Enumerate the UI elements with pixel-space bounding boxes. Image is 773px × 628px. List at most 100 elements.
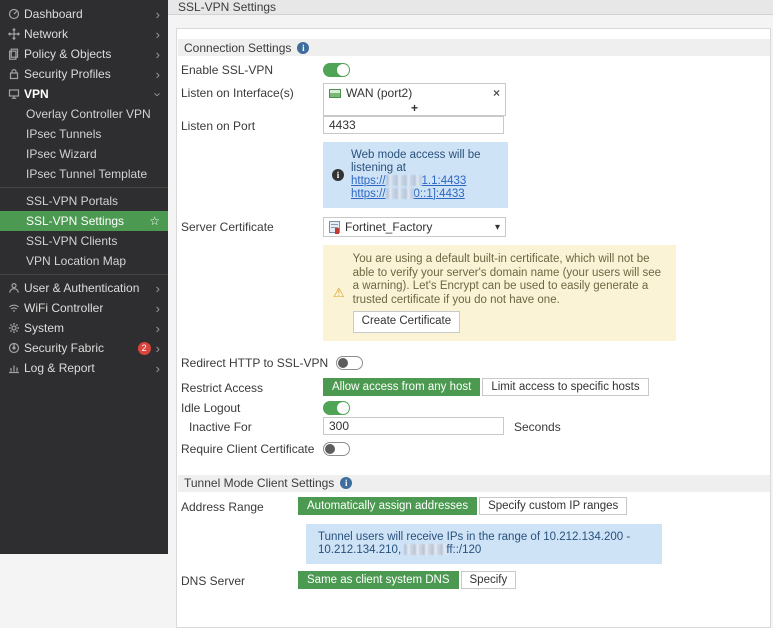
sidebar-item-sslvpn-portals[interactable]: SSL-VPN Portals xyxy=(0,191,168,211)
settings-card: Connection Settings i Enable SSL-VPN Lis… xyxy=(176,28,771,628)
allow-any-host-button[interactable]: Allow access from any host xyxy=(323,378,480,396)
field-label: DNS Server xyxy=(181,571,290,588)
link-prefix: https:// xyxy=(351,188,386,200)
add-interface-button[interactable]: + xyxy=(324,102,505,115)
sidebar-item-ipsec-wizard[interactable]: IPsec Wizard xyxy=(0,144,168,164)
user-icon xyxy=(8,282,24,294)
redacted-text xyxy=(404,544,446,555)
sidebar-item-label: SSL-VPN Clients xyxy=(26,234,117,248)
require-client-cert-toggle[interactable] xyxy=(323,442,350,456)
row-tunnel-notice: Tunnel users will receive IPs in the ran… xyxy=(181,524,770,564)
specify-dns-button[interactable]: Specify xyxy=(461,571,517,589)
sidebar-item-log-report[interactable]: Log & Report › xyxy=(0,358,168,378)
favorite-star-icon[interactable]: ☆ xyxy=(149,214,160,228)
sidebar-item-ipsec-tunnels[interactable]: IPsec Tunnels xyxy=(0,124,168,144)
app-window: Dashboard › Network › Policy & Objects ›… xyxy=(0,0,773,554)
sidebar-item-vpn-location-map[interactable]: VPN Location Map xyxy=(0,251,168,271)
policy-objects-icon xyxy=(8,48,24,60)
create-certificate-button[interactable]: Create Certificate xyxy=(353,311,460,333)
section-title: Connection Settings xyxy=(184,41,291,55)
web-mode-link-2[interactable]: https:// 0::1]:4433 xyxy=(351,188,465,200)
chevron-right-icon: › xyxy=(156,342,160,355)
sidebar-item-label: Log & Report xyxy=(24,361,95,375)
row-dns-server: DNS Server Same as client system DNS Spe… xyxy=(181,571,770,589)
notice-text: Web mode access will be listening at htt… xyxy=(351,149,499,201)
page-title: SSL-VPN Settings xyxy=(178,0,276,14)
tunnel-range-notice: Tunnel users will receive IPs in the ran… xyxy=(306,524,662,564)
remove-interface-icon[interactable]: × xyxy=(493,87,500,99)
sidebar-item-sslvpn-settings[interactable]: SSL-VPN Settings ☆ xyxy=(0,211,168,231)
sidebar-item-policy-objects[interactable]: Policy & Objects › xyxy=(0,44,168,64)
server-certificate-select[interactable]: Fortinet_Factory ▾ xyxy=(323,217,506,237)
idle-logout-toggle[interactable] xyxy=(323,401,350,415)
chevron-right-icon: › xyxy=(156,282,160,295)
inactive-for-input[interactable] xyxy=(323,417,504,435)
row-require-client-cert: Require Client Certificate xyxy=(181,439,770,456)
notice-line: Web mode access will be listening at xyxy=(351,149,481,174)
row-restrict-access: Restrict Access Allow access from any ho… xyxy=(181,378,770,396)
same-as-client-dns-button[interactable]: Same as client system DNS xyxy=(298,571,459,589)
selected-certificate: Fortinet_Factory xyxy=(345,220,432,234)
auto-assign-button[interactable]: Automatically assign addresses xyxy=(298,497,477,515)
restrict-access-segment: Allow access from any host Limit access … xyxy=(323,378,649,396)
sidebar-item-user-authentication[interactable]: User & Authentication › xyxy=(0,278,168,298)
row-enable-sslvpn: Enable SSL-VPN xyxy=(181,60,770,77)
sidebar-item-label: VPN Location Map xyxy=(26,254,126,268)
row-server-certificate: Server Certificate Fortinet_Factory ▾ xyxy=(181,217,770,237)
field-label: Inactive For xyxy=(181,417,315,434)
field-label: Restrict Access xyxy=(181,378,315,395)
web-mode-link-1[interactable]: https://1.1:4433 xyxy=(351,175,466,187)
wifi-icon xyxy=(8,302,24,314)
section-title: Tunnel Mode Client Settings xyxy=(184,476,334,490)
field-label: Idle Logout xyxy=(181,398,315,415)
sidebar-item-sslvpn-clients[interactable]: SSL-VPN Clients xyxy=(0,231,168,251)
caret-down-icon: ▾ xyxy=(495,222,500,233)
row-inactive-for: Inactive For Seconds xyxy=(181,417,770,435)
content-area: Connection Settings i Enable SSL-VPN Lis… xyxy=(168,15,773,628)
sidebar-item-overlay-controller-vpn[interactable]: Overlay Controller VPN xyxy=(0,104,168,124)
chevron-down-icon: › xyxy=(151,92,164,96)
row-address-range: Address Range Automatically assign addre… xyxy=(181,497,770,515)
sidebar-item-label: IPsec Wizard xyxy=(26,147,97,161)
custom-ranges-button[interactable]: Specify custom IP ranges xyxy=(479,497,627,515)
field-label: Listen on Port xyxy=(181,116,315,133)
seconds-label: Seconds xyxy=(514,417,561,434)
chevron-right-icon: › xyxy=(156,322,160,335)
link-suffix: 0::1]:4433 xyxy=(414,188,465,200)
field-label: Require Client Certificate xyxy=(181,439,315,456)
warning-icon: ⚠ xyxy=(333,286,345,299)
chevron-right-icon: › xyxy=(156,302,160,315)
field-label: Server Certificate xyxy=(181,217,315,234)
field-label: Redirect HTTP to SSL-VPN xyxy=(181,353,328,370)
row-redirect-http: Redirect HTTP to SSL-VPN xyxy=(181,353,770,370)
interface-entry[interactable]: WAN (port2) × xyxy=(324,84,505,102)
redirect-http-toggle[interactable] xyxy=(336,356,363,370)
sidebar-item-network[interactable]: Network › xyxy=(0,24,168,44)
sidebar-item-security-fabric[interactable]: Security Fabric 2 › xyxy=(0,338,168,358)
row-web-mode-notice: i Web mode access will be listening at h… xyxy=(181,142,770,208)
info-icon[interactable]: i xyxy=(297,42,309,54)
info-icon[interactable]: i xyxy=(340,477,352,489)
sidebar-item-dashboard[interactable]: Dashboard › xyxy=(0,4,168,24)
section-tunnel-mode: Tunnel Mode Client Settings i xyxy=(178,475,770,492)
sidebar-item-label: Security Fabric xyxy=(24,341,104,355)
link-suffix: 1.1:4433 xyxy=(422,175,467,187)
sidebar-item-label: User & Authentication xyxy=(24,281,139,295)
chevron-right-icon: › xyxy=(156,362,160,375)
sidebar-item-system[interactable]: System › xyxy=(0,318,168,338)
sidebar-item-wifi-controller[interactable]: WiFi Controller › xyxy=(0,298,168,318)
enable-sslvpn-toggle[interactable] xyxy=(323,63,350,77)
dns-server-segment: Same as client system DNS Specify xyxy=(298,571,516,589)
listen-port-input[interactable] xyxy=(323,116,504,134)
field-label-spacer xyxy=(181,142,315,145)
limit-hosts-button[interactable]: Limit access to specific hosts xyxy=(482,378,648,396)
info-icon: i xyxy=(332,169,344,181)
sidebar-item-security-profiles[interactable]: Security Profiles › xyxy=(0,64,168,84)
row-cert-warning: ⚠ You are using a default built-in certi… xyxy=(181,245,770,341)
field-label-spacer xyxy=(181,245,315,248)
interface-name: WAN (port2) xyxy=(346,86,412,100)
sidebar-item-ipsec-tunnel-template[interactable]: IPsec Tunnel Template xyxy=(0,164,168,184)
sidebar-item-vpn[interactable]: VPN › xyxy=(0,84,168,104)
certificate-icon xyxy=(329,221,340,233)
sidebar-item-label: Policy & Objects xyxy=(24,47,111,61)
